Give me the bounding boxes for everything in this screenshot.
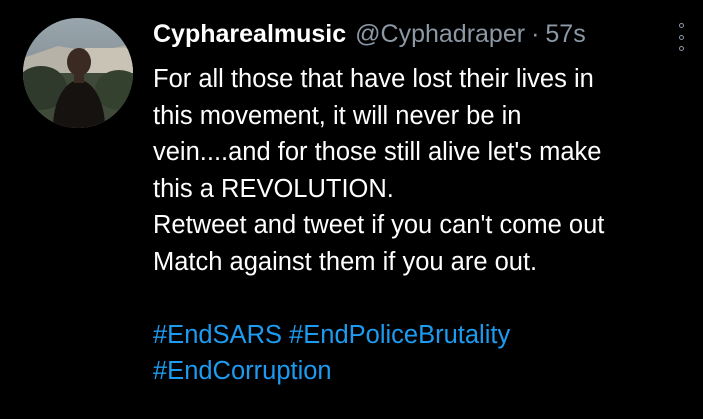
more-dot	[678, 46, 684, 51]
timestamp[interactable]: 57s	[545, 14, 585, 54]
tweet-text-line: this movement, it will never be in	[153, 101, 522, 130]
tweet-text: For all those that have lost their lives…	[153, 61, 693, 390]
display-name[interactable]: Cypharealmusic	[153, 14, 346, 54]
tweet-text-line: vein....and for those still alive let's …	[153, 138, 602, 166]
tweet-text-line: this a REVOLUTION.	[153, 174, 394, 203]
tweet-text-line: Match against them if you are out.	[153, 247, 538, 276]
tweet-header: Cypharealmusic @Cyphadraper · 57s	[153, 14, 693, 54]
more-dot	[678, 34, 684, 40]
avatar[interactable]	[23, 18, 133, 128]
more-dot	[678, 23, 684, 28]
user-handle[interactable]: @Cyphadraper	[355, 14, 525, 54]
hashtag-endsars[interactable]: #EndSARS	[153, 321, 282, 349]
tweet-text-line: For all those that have lost their lives…	[153, 65, 594, 93]
separator-dot: ·	[531, 20, 540, 48]
tweet[interactable]: Cypharealmusic @Cyphadraper · 57s For al…	[0, 0, 703, 419]
tweet-content: Cypharealmusic @Cyphadraper · 57s For al…	[153, 14, 693, 390]
tweet-text-line: Retweet and tweet if you can't come out	[153, 211, 605, 239]
hashtag-endpolicebrutality[interactable]: #EndPoliceBrutality	[289, 321, 510, 349]
hashtag-endcorruption[interactable]: #EndCorruption	[153, 357, 332, 385]
more-options-icon[interactable]	[674, 23, 688, 51]
hashtag-list: #EndSARS #EndPoliceBrutality #EndCorrupt…	[153, 317, 693, 390]
avatar-photo	[23, 18, 133, 128]
